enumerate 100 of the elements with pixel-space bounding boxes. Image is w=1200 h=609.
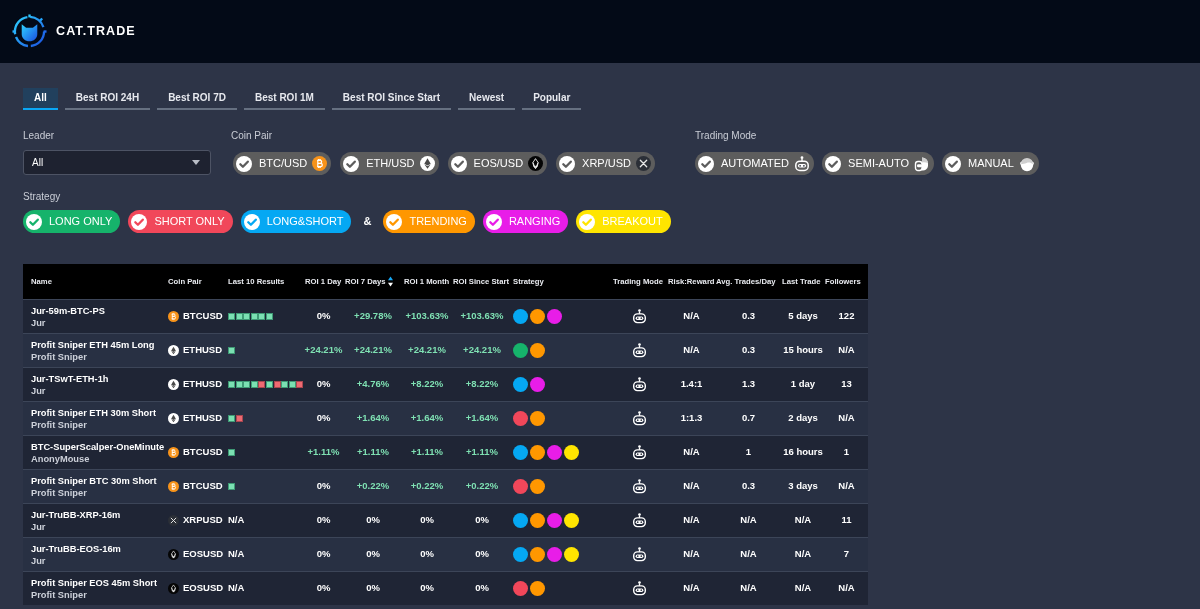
check-icon[interactable] [386,213,403,230]
risk-reward-value: N/A [683,547,700,562]
eos-icon [528,156,544,171]
filter-tab[interactable]: Best ROI 1M [243,88,325,110]
trades-per-day-value: 0.7 [741,411,756,426]
roi-value: +4.76% [356,377,390,392]
brand-name[interactable]: CAT.TRADE [56,22,136,41]
followers-value: N/A [838,581,855,596]
last-trade-value: N/A [794,581,812,596]
roi-value: +0.22% [356,479,390,494]
filter-tab[interactable]: Newest [458,88,516,110]
leader-name: Jur [31,520,46,533]
table-row[interactable]: Jur-59m-BTC-PS Jur BTCUSD 0% +29.78% +103.63% +103.63% N/A 0.3 5 days 122 [23,299,868,333]
followers-value: 11 [841,513,852,528]
risk-reward-value: 1:1.3 [680,411,703,426]
table-row[interactable]: Jur-TSwT-ETH-1h Jur ETHUSD 0% +4.76% +8.22% +8.22% 1.4:1 1.3 1 day 13 [23,367,868,401]
roi-value: +24.21% [354,343,392,358]
roi-value: 0% [366,547,380,562]
check-icon[interactable] [26,213,42,230]
table-row[interactable]: Jur-TruBB-EOS-16m Jur EOSUSD N/A 0% 0% 0% 0% N/A N/A N/A 7 [23,537,868,571]
table-row[interactable]: Jur-TruBB-XRP-16m Jur XRPUSD N/A 0% 0% 0% 0% N/A N/A N/A 11 [23,503,868,537]
coin-pair-text: BTCUSD [183,479,223,494]
filter-tab[interactable]: Best ROI 24H [64,88,151,110]
followers-value: N/A [838,343,855,358]
last-trade-value: 3 days [788,479,818,494]
strategy-name: Jur-59m-BTC-PS [31,304,105,317]
followers-value: 1 [843,445,850,460]
filter-chip[interactable]: MANUAL [941,152,1039,175]
last-trade-value: N/A [794,547,812,562]
followers-value: 122 [838,309,855,324]
roi-value: +1.64% [465,411,499,426]
risk-reward-value: N/A [683,581,700,596]
check-icon[interactable] [236,155,252,172]
risk-reward-value: N/A [683,479,700,494]
filter-tab[interactable]: All [23,88,58,110]
roi-value: +1.64% [356,411,390,426]
leader-name: Profit Sniper [31,350,87,363]
check-icon[interactable] [343,155,360,172]
ethereum-icon [168,379,179,390]
check-icon[interactable] [450,155,467,172]
filter-tab[interactable]: Best ROI Since Start [331,88,452,110]
check-icon[interactable] [944,155,961,172]
followers-value: 13 [841,377,852,392]
coin-pair-text: XRPUSD [183,513,223,528]
filter-chip[interactable]: EOS/USD [447,152,548,175]
roi-value: +8.22% [465,377,499,392]
bitcoin-icon [312,156,328,171]
xrp-icon [636,156,651,171]
eos-icon [168,583,179,594]
coin-pair-text: BTCUSD [183,309,223,324]
strategy-name: Profit Sniper BTC 30m Short [31,474,157,487]
roi-value: 0% [316,581,331,596]
roi-value: 0% [316,377,331,392]
filter-chip[interactable]: RANGING [482,210,569,233]
strategy-name: Profit Sniper ETH 30m Short [31,406,156,419]
filter-chip[interactable]: AUTOMATED [695,152,815,175]
table-row[interactable]: Profit Sniper EOS 45m Short Profit Sniper EOSUSD N/A 0% 0% 0% 0% N/A N/A N/A N/A [23,571,868,605]
robot-person-icon [913,155,930,172]
risk-reward-value: N/A [683,343,700,358]
filter-chip[interactable]: SHORT ONLY [128,210,233,233]
risk-reward-value: N/A [683,445,700,460]
last-trade-value: N/A [794,513,812,528]
check-icon[interactable] [131,213,148,230]
table-row[interactable]: Profit Sniper BTC 30m Short Profit Sniper BTCUSD 0% +0.22% +0.22% +0.22% N/A 0.3 3 days N/A [23,469,868,503]
trades-per-day-value: N/A [740,581,757,596]
filter-chip[interactable]: ETH/USD [340,152,439,175]
last-trade-value: 2 days [788,411,818,426]
check-icon[interactable] [243,213,260,230]
bitcoin-icon [168,447,179,458]
table-row[interactable]: Profit Sniper ETH 45m Long Profit Sniper ETHUSD +24.21% +24.21% +24.21% +24.21% N/A 0.3 15 hours N/A [23,333,868,367]
filter-chip[interactable]: SEMI-AUTO [822,152,934,175]
filter-joiner: & [363,214,372,230]
check-icon[interactable] [559,155,576,172]
cat-logo-icon[interactable] [12,14,47,49]
risk-reward-value: 1.4:1 [680,377,703,392]
filter-label: Leader [23,130,55,142]
filter-label: Trading Mode [695,130,757,142]
person-icon [1018,155,1035,172]
bitcoin-icon [168,481,179,492]
table-row[interactable]: Profit Sniper ETH 30m Short Profit Sniper ETHUSD 0% +1.64% +1.64% +1.64% 1:1.3 0.7 2 days N/A [23,401,868,435]
roi-value: 0% [316,547,331,562]
check-icon[interactable] [698,155,714,172]
table-row[interactable]: BTC-SuperScalper-OneMinute AnonyMouse BTCUSD +1.11% +1.11% +1.11% +1.11% N/A 1 16 hours 1 [23,435,868,469]
strategy-name: Jur-TSwT-ETH-1h [31,372,109,385]
filter-chip[interactable]: XRP/USD [556,152,655,175]
filter-tab[interactable]: Best ROI 7D [157,88,237,110]
sort-icon[interactable] [387,276,393,287]
check-icon[interactable] [579,213,596,230]
roi-value: +103.63% [460,309,504,324]
leader-name: AnonyMouse [31,452,90,465]
risk-reward-value: N/A [683,513,700,528]
check-icon[interactable] [825,155,842,172]
roi-value: 0% [316,513,331,528]
roi-value: 0% [475,513,489,528]
check-icon[interactable] [485,213,502,230]
filter-chip[interactable]: BTC/USD [233,152,332,175]
trades-per-day-value: 0.3 [741,343,756,358]
leader-dropdown[interactable]: All [23,150,211,175]
filter-tab[interactable]: Popular [522,88,582,110]
roi-value: +0.22% [465,479,499,494]
